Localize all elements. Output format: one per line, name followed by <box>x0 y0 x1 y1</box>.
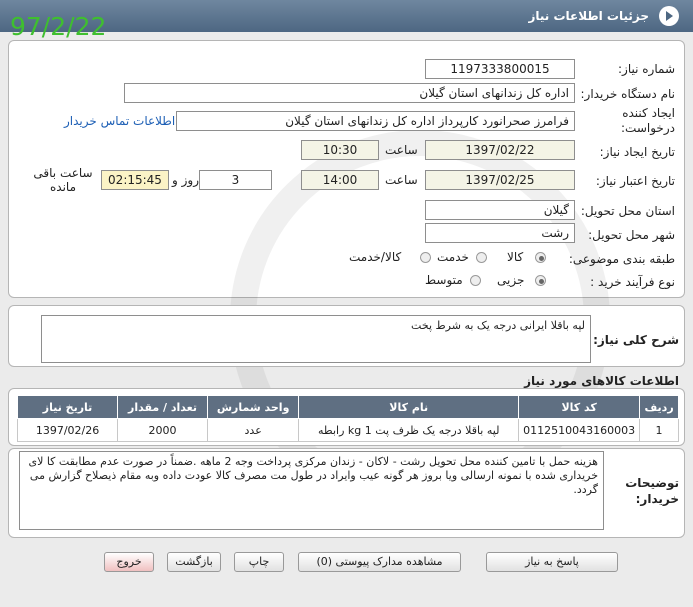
city-label: شهر محل تحویل: <box>588 228 675 242</box>
attachments-button[interactable]: مشاهده مدارک پیوستی (0) <box>298 552 461 572</box>
created-time-label: ساعت <box>385 143 418 157</box>
reply-button[interactable]: پاسخ به نیاز <box>486 552 618 572</box>
table-header-row: ردیف کد کالا نام کالا واحد شمارش تعداد /… <box>16 395 679 419</box>
general-desc-label: شرح کلی نیاز: <box>593 333 679 347</box>
creator-label: ایجاد کننده درخواست: <box>621 106 675 135</box>
general-desc-field: لپه باقلا ایرانی درجه یک به شرط پخت <box>41 315 591 363</box>
remaining-days-field: 3 <box>199 170 272 190</box>
created-date-label: تاریخ ایجاد نیاز: <box>599 145 675 159</box>
category-option-goods: کالا <box>507 250 524 264</box>
category-radio-service[interactable] <box>476 252 487 263</box>
back-button[interactable]: بازگشت <box>167 552 221 572</box>
day-and-label: روز و <box>172 173 199 187</box>
collapse-arrow-icon[interactable] <box>659 6 679 26</box>
validity-time-label: ساعت <box>385 173 418 187</box>
validity-date-label: تاریخ اعتبار نیاز: <box>595 174 675 188</box>
date-stamp: 97/2/22 <box>10 12 107 41</box>
purchase-option-medium: متوسط <box>425 273 463 287</box>
col-header-qty: تعداد / مقدار <box>117 395 208 419</box>
category-label: طبقه بندی موضوعی: <box>568 252 675 266</box>
need-number-label: شماره نیاز: <box>618 62 675 76</box>
cell-qty: 2000 <box>117 418 208 442</box>
remaining-time-field: 02:15:45 <box>101 170 169 190</box>
col-header-name: نام کالا <box>298 395 520 419</box>
need-number-field: 1197333800015 <box>425 59 575 79</box>
col-header-row: ردیف <box>639 395 679 419</box>
created-time-field: 10:30 <box>301 140 379 160</box>
items-table: ردیف کد کالا نام کالا واحد شمارش تعداد /… <box>16 395 679 442</box>
print-button[interactable]: چاپ <box>234 552 284 572</box>
purchase-option-minor: جزیی <box>497 273 525 287</box>
category-radio-both[interactable] <box>420 252 431 263</box>
created-date-field: 1397/02/22 <box>425 140 575 160</box>
purchase-radio-medium[interactable] <box>470 275 481 286</box>
table-row: 1 0112510043160003 لپه باقلا درجه یک ظرف… <box>16 418 679 442</box>
category-option-both: کالا/خدمت <box>349 250 402 264</box>
validity-time-field: 14:00 <box>301 170 379 190</box>
cell-date: 1397/02/26 <box>16 418 119 442</box>
cell-unit: عدد <box>206 418 300 442</box>
remaining-label: ساعت باقی مانده <box>33 166 93 194</box>
city-field: رشت <box>425 223 575 243</box>
page-title: جزئیات اطلاعات نیاز <box>528 9 649 23</box>
cell-row: 1 <box>639 418 679 442</box>
exit-button[interactable]: خروج <box>104 552 154 572</box>
contact-buyer-link[interactable]: اطلاعات تماس خریدار <box>64 114 175 128</box>
buyer-org-label: نام دستگاه خریدار: <box>580 87 676 101</box>
purchase-type-label: نوع فرآیند خرید : <box>590 275 675 289</box>
validity-date-field: 1397/02/25 <box>425 170 575 190</box>
purchase-radio-minor[interactable] <box>535 275 546 286</box>
province-label: استان محل تحویل: <box>580 204 675 218</box>
creator-field: فرامرز صحرانورد کارپرداز اداره کل زندانه… <box>176 111 575 131</box>
category-option-service: خدمت <box>437 250 469 264</box>
buyer-org-field: اداره کل زندانهای استان گیلان <box>124 83 575 103</box>
buyer-notes-field: هزینه حمل با تامین کننده محل تحویل رشت -… <box>19 451 604 530</box>
items-title: اطلاعات کالاهای مورد نیاز <box>524 374 679 388</box>
col-header-date: تاریخ نیاز <box>16 395 119 419</box>
province-field: گیلان <box>425 200 575 220</box>
col-header-code: کد کالا <box>518 395 641 419</box>
cell-name: لپه باقلا درجه یک ظرف پت kg 1 رابطه <box>298 418 520 442</box>
buyer-notes-label: توضیحات خریدار: <box>625 476 679 506</box>
category-radio-goods[interactable] <box>535 252 546 263</box>
cell-code: 0112510043160003 <box>518 418 641 442</box>
col-header-unit: واحد شمارش <box>206 395 300 419</box>
